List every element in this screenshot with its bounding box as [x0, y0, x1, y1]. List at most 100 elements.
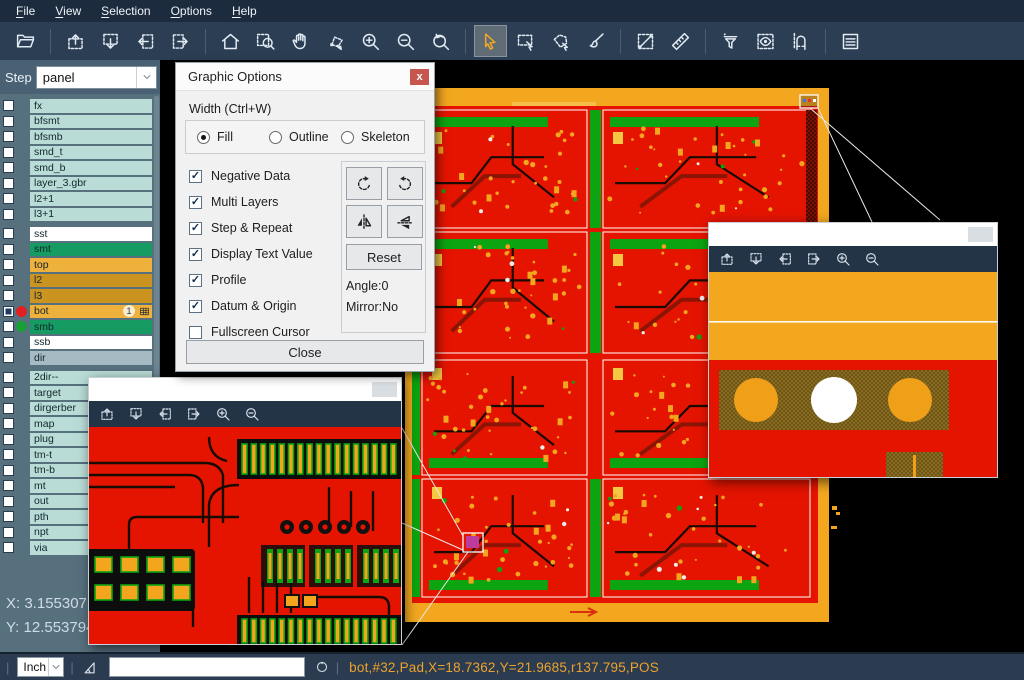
- rotate-cw-button[interactable]: [346, 167, 382, 200]
- magnifier-pan-right-button[interactable]: [186, 406, 202, 422]
- layer-visibility-checkbox[interactable]: [3, 178, 14, 189]
- layer-name[interactable]: smt: [30, 243, 152, 257]
- toolbar-layers-panel-button[interactable]: [834, 25, 867, 57]
- layer-row-ssb[interactable]: ssb: [0, 335, 160, 351]
- layer-name[interactable]: ssb: [30, 336, 152, 350]
- checkbox-negative-data[interactable]: ✓Negative Data: [189, 163, 313, 189]
- toolbar-zoom-window-button[interactable]: [249, 25, 282, 57]
- layer-row-sst[interactable]: sst: [0, 226, 160, 242]
- toolbar-snap-button[interactable]: [784, 25, 817, 57]
- layer-name[interactable]: l3+1: [30, 208, 152, 222]
- magnifier-pan-left-button[interactable]: [157, 406, 173, 422]
- toolbar-pan-down-button[interactable]: [94, 25, 127, 57]
- layer-visibility-checkbox[interactable]: [3, 449, 14, 460]
- toolbar-view-options-button[interactable]: [749, 25, 782, 57]
- layer-name[interactable]: smb: [30, 320, 152, 334]
- toolbar-brush-button[interactable]: [579, 25, 612, 57]
- menu-file[interactable]: File: [6, 1, 45, 21]
- toolbar-select-rectangle-button[interactable]: [509, 25, 542, 57]
- angle-measure-icon[interactable]: [82, 659, 99, 676]
- rotate-ccw-button[interactable]: [387, 167, 423, 200]
- layer-visibility-checkbox[interactable]: [3, 131, 14, 142]
- toolbar-filter-button[interactable]: [714, 25, 747, 57]
- layer-name[interactable]: l2: [30, 274, 152, 288]
- magnifier-view[interactable]: [89, 427, 401, 644]
- window-control-button[interactable]: [968, 227, 993, 242]
- layer-visibility-checkbox[interactable]: [3, 372, 14, 383]
- magnifier-zoom-in-button[interactable]: [215, 406, 231, 422]
- toolbar-measure-distance-button[interactable]: [629, 25, 662, 57]
- layer-row-l2-1[interactable]: l2+1: [0, 191, 160, 207]
- checkbox-display-text-value[interactable]: ✓Display Text Value: [189, 241, 313, 267]
- checkbox-step-repeat[interactable]: ✓Step & Repeat: [189, 215, 313, 241]
- layer-row-dir[interactable]: dir: [0, 350, 160, 366]
- toolbar-pan-right-button[interactable]: [164, 25, 197, 57]
- layer-name[interactable]: l2+1: [30, 192, 152, 206]
- magnifier-title-bar[interactable]: [89, 378, 401, 401]
- magnifier-pan-up-button[interactable]: [99, 406, 115, 422]
- layer-visibility-checkbox[interactable]: [3, 511, 14, 522]
- toolbar-zoom-out-button[interactable]: [389, 25, 422, 57]
- layer-visibility-checkbox[interactable]: [3, 116, 14, 127]
- menu-view[interactable]: View: [45, 1, 91, 21]
- checkbox-datum-origin[interactable]: ✓Datum & Origin: [189, 293, 313, 319]
- refresh-icon[interactable]: [314, 659, 330, 675]
- toolbar-pan-left-button[interactable]: [129, 25, 162, 57]
- layer-visibility-checkbox[interactable]: [3, 434, 14, 445]
- layer-visibility-checkbox[interactable]: [3, 290, 14, 301]
- layer-row-smb[interactable]: smb: [0, 319, 160, 335]
- layer-visibility-checkbox[interactable]: [3, 337, 14, 348]
- radio-outline[interactable]: Outline: [269, 130, 341, 144]
- layer-visibility-checkbox[interactable]: [3, 228, 14, 239]
- layer-visibility-checkbox[interactable]: [3, 387, 14, 398]
- layer-name[interactable]: top: [30, 258, 152, 272]
- layer-visibility-checkbox[interactable]: [3, 244, 14, 255]
- layer-name[interactable]: bot1: [30, 305, 152, 319]
- menu-selection[interactable]: Selection: [91, 1, 160, 21]
- command-input[interactable]: [109, 657, 305, 677]
- layer-visibility-checkbox[interactable]: [3, 259, 14, 270]
- toolbar-zoom-previous-button[interactable]: [424, 25, 457, 57]
- toolbar-home-view-button[interactable]: [214, 25, 247, 57]
- magnifier-zoom-out-button[interactable]: [244, 406, 260, 422]
- layer-row-l3[interactable]: l3: [0, 288, 160, 304]
- layer-visibility-checkbox[interactable]: [3, 306, 14, 317]
- checkbox-profile[interactable]: ✓Profile: [189, 267, 313, 293]
- layer-row-smt[interactable]: smt: [0, 242, 160, 258]
- layer-visibility-checkbox[interactable]: [3, 418, 14, 429]
- step-select[interactable]: panel: [36, 66, 157, 89]
- layer-name[interactable]: bfsmb: [30, 130, 152, 144]
- layer-visibility-checkbox[interactable]: [3, 527, 14, 538]
- layer-visibility-checkbox[interactable]: [3, 193, 14, 204]
- magnifier-view[interactable]: [709, 272, 997, 477]
- flip-vertical-button[interactable]: [387, 205, 423, 238]
- layer-visibility-checkbox[interactable]: [3, 480, 14, 491]
- magnifier-zoom-out-button[interactable]: [864, 251, 880, 267]
- layer-row-smd-b[interactable]: smd_b: [0, 160, 160, 176]
- magnifier-window-top-right[interactable]: [708, 222, 998, 478]
- menu-help[interactable]: Help: [222, 1, 267, 21]
- layer-visibility-checkbox[interactable]: [3, 321, 14, 332]
- flip-horizontal-button[interactable]: [346, 205, 382, 238]
- layer-visibility-checkbox[interactable]: [3, 542, 14, 553]
- layer-name[interactable]: sst: [30, 227, 152, 241]
- toolbar-select-cursor-button[interactable]: [474, 25, 507, 57]
- unit-select[interactable]: Inch: [17, 657, 64, 677]
- layer-visibility-checkbox[interactable]: [3, 147, 14, 158]
- layer-visibility-checkbox[interactable]: [3, 209, 14, 220]
- magnifier-pan-down-button[interactable]: [748, 251, 764, 267]
- layer-list-scrollbar[interactable]: [154, 96, 159, 396]
- layer-name[interactable]: bfsmt: [30, 115, 152, 129]
- layer-row-layer-3-gbr[interactable]: layer_3.gbr: [0, 176, 160, 192]
- layer-name[interactable]: smd_b: [30, 161, 152, 175]
- layer-visibility-checkbox[interactable]: [3, 100, 14, 111]
- toolbar-pan-up-button[interactable]: [59, 25, 92, 57]
- layer-visibility-checkbox[interactable]: [3, 465, 14, 476]
- magnifier-zoom-in-button[interactable]: [835, 251, 851, 267]
- layer-row-bot[interactable]: bot1: [0, 304, 160, 320]
- layer-visibility-checkbox[interactable]: [3, 352, 14, 363]
- toolbar-zoom-in-button[interactable]: [354, 25, 387, 57]
- layer-name[interactable]: dir: [30, 351, 152, 365]
- layer-visibility-checkbox[interactable]: [3, 275, 14, 286]
- magnifier-pan-up-button[interactable]: [719, 251, 735, 267]
